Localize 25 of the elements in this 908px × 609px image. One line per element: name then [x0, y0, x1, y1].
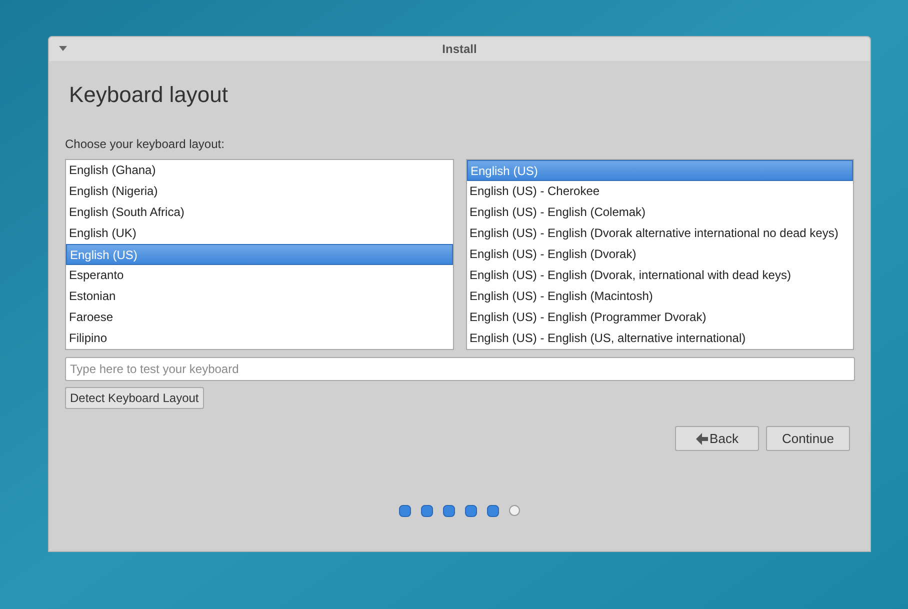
list-item[interactable]: Estonian — [66, 286, 452, 307]
list-item[interactable]: English (US) - English (Programmer Dvorak) — [466, 307, 853, 328]
list-item[interactable]: English (South Africa) — [66, 202, 452, 223]
list-item[interactable]: English (US) - English (Dvorak alternative international no dead keys) — [466, 223, 853, 244]
list-item[interactable]: English (US) - English (Dvorak, international with dead keys) — [466, 265, 853, 286]
continue-button[interactable]: Continue — [766, 426, 850, 451]
test-input-field[interactable]: Type here to test your keyboard — [65, 357, 855, 381]
list-item[interactable]: English (Nigeria) — [66, 181, 452, 202]
prompt-label: Choose your keyboard layout: — [65, 136, 224, 153]
list-item[interactable]: English (US) - English (Dvorak) — [466, 244, 853, 265]
list-item[interactable]: English (US) - English (Macintosh) — [466, 286, 853, 307]
list-item[interactable]: English (Ghana) — [66, 160, 452, 181]
back-button[interactable]: Back — [675, 426, 759, 451]
list-item[interactable]: Faroese — [66, 307, 452, 328]
menu-caret-icon[interactable] — [59, 46, 67, 51]
back-arrow-icon — [696, 432, 708, 444]
page-heading: Keyboard layout — [69, 81, 228, 109]
list-item[interactable]: Filipino — [66, 328, 452, 349]
list-item[interactable]: English (US) - English (Colemak) — [466, 202, 853, 223]
window-title: Install — [442, 41, 477, 58]
list-item[interactable]: Esperanto — [66, 265, 452, 286]
list-item[interactable]: English (UK) — [66, 223, 452, 244]
list-item[interactable]: English (US) - English (US, alternative international) — [466, 328, 853, 349]
list-item[interactable]: English (US) - Cherokee — [466, 181, 853, 202]
detect-layout-button[interactable]: Detect Keyboard Layout — [65, 387, 204, 409]
